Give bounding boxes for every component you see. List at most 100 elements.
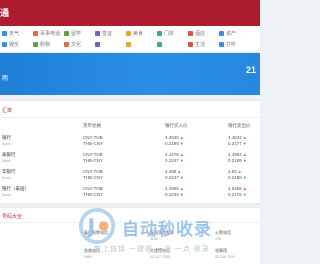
buy-rate-value: 0.2247	[165, 175, 179, 180]
weather-banner[interactable]: 雨 21	[0, 53, 260, 95]
header-sell: 银行卖出价	[228, 123, 251, 128]
buy-rate: 0.2247▼	[165, 175, 184, 180]
sell-rate: 4.4542▲	[228, 135, 247, 140]
sell-rate: 4.59▲	[228, 169, 242, 174]
currency-pair: THB-CNY	[83, 141, 103, 146]
currency-pair: CNY-THB	[83, 169, 103, 174]
phone-numbers-title: 号码大全	[2, 214, 23, 220]
nav-item-label: 美食	[133, 31, 144, 37]
category-row-2: 娱乐 购物 文化 生活 打听	[2, 39, 250, 50]
brand-title: 通	[0, 8, 10, 18]
buy-rate: 0.2234▼	[165, 192, 184, 197]
phone-number: 02-245-7010	[215, 255, 235, 259]
nav-item-2[interactable]: 购物	[33, 39, 64, 50]
category-icon	[188, 42, 193, 47]
buy-rate: 4.4040▲	[165, 135, 184, 140]
phone-label: 火警电话	[215, 230, 231, 235]
up-arrow-icon: ▲	[179, 186, 184, 191]
nav-item-5[interactable]: 美食	[126, 28, 157, 39]
phone-cell[interactable]: 领事馆 02-245-7010	[215, 248, 235, 259]
phone-label: 泰国报警电话	[84, 230, 108, 235]
nav-item-4[interactable]	[95, 39, 126, 50]
nav-item-2[interactable]: 百事电话	[33, 28, 64, 39]
category-icon	[157, 31, 162, 36]
buy-rate-value: 0.2247	[165, 158, 179, 163]
down-arrow-icon: ▼	[179, 141, 184, 146]
currency-pair: CNY-THB	[83, 152, 103, 157]
down-arrow-icon: ▼	[242, 158, 247, 163]
sell-rate: 4.5456▲	[228, 186, 247, 191]
phone-cell[interactable]: 泰国旅游警察 1155	[150, 230, 174, 241]
down-arrow-icon: ▼	[242, 175, 247, 180]
nav-item-1[interactable]: 娱乐	[2, 39, 33, 50]
divider	[0, 117, 260, 118]
currency-pair: CNY-THB	[83, 135, 103, 140]
sell-rate: 4.4902▲	[228, 152, 247, 157]
up-arrow-icon: ▲	[242, 152, 247, 157]
category-row-1: 天气 百事电话 留学 签证 美食 门票 酒店 资产	[2, 28, 250, 39]
phone-number: 199	[215, 237, 221, 241]
nav-item-label: 签证	[102, 31, 113, 37]
nav-item-label: 打听	[226, 42, 237, 48]
nav-item-6[interactable]: 门票	[157, 28, 188, 39]
phone-label: 大使馆电话	[150, 248, 170, 253]
up-arrow-icon: ▲	[242, 186, 247, 191]
nav-item-8[interactable]: 资产	[219, 28, 250, 39]
buy-rate-value: 0.2196	[165, 141, 179, 146]
category-icon	[188, 31, 193, 36]
down-arrow-icon: ▼	[242, 192, 247, 197]
header-buy: 银行买入价	[165, 123, 188, 128]
sell-rate: 0.2185▼	[228, 158, 247, 163]
currency-pair: THB-CNY	[83, 175, 103, 180]
down-arrow-icon: ▼	[179, 158, 184, 163]
phone-cell[interactable]: 火警电话 199	[215, 230, 231, 241]
weather-day: 21	[245, 65, 256, 75]
phone-cell[interactable]: 急救电话 1669	[84, 248, 100, 259]
category-icon	[95, 31, 100, 36]
nav-item-3[interactable]: 文化	[64, 39, 95, 50]
category-icon	[95, 42, 100, 47]
category-icon	[219, 31, 224, 36]
category-icon	[33, 42, 38, 47]
sell-rate: 0.2176▼	[228, 192, 247, 197]
nav-item-label: 购物	[40, 42, 51, 48]
exchange-rate-panel: 汇率 货币兑换 银行买入价 银行卖出价 银行 Bank CNY-THB THB-CNY…	[0, 100, 260, 204]
nav-item-label: 百事电话	[40, 31, 61, 37]
phone-number: 1155	[150, 237, 158, 241]
buy-rate: 4.498▲	[165, 169, 181, 174]
buy-rate: 4.4476▲	[165, 152, 184, 157]
down-arrow-icon: ▼	[242, 141, 247, 146]
phone-number: 1669	[84, 255, 92, 259]
nav-item-label: 资产	[226, 31, 237, 37]
sell-rate-value: 0.2176	[228, 192, 242, 197]
phone-label: 泰国旅游警察	[150, 230, 174, 235]
up-arrow-icon: ▲	[177, 169, 182, 174]
phone-label: 急救电话	[84, 248, 100, 253]
exchange-rate-title: 汇率	[2, 108, 13, 114]
nav-item-6[interactable]	[157, 39, 188, 50]
nav-item-5[interactable]	[126, 39, 157, 50]
nav-item-8[interactable]: 打听	[219, 39, 250, 50]
buy-rate-value: 4.4476	[165, 152, 179, 157]
sell-rate-value: 0.2185	[228, 158, 242, 163]
bank-subtitle: Bank	[2, 175, 12, 180]
sell-rate-value: 4.5456	[228, 186, 242, 191]
nav-item-7[interactable]: 生活	[188, 39, 219, 50]
nav-item-1[interactable]: 天气	[2, 28, 33, 39]
currency-pair: CNY-THB	[83, 186, 103, 191]
buy-rate-value: 4.4856	[165, 186, 179, 191]
nav-item-4[interactable]: 签证	[95, 28, 126, 39]
sell-rate-value: 4.4902	[228, 152, 242, 157]
phone-cell[interactable]: 泰国报警电话 191	[84, 230, 108, 241]
sell-rate-value: 4.4542	[228, 135, 242, 140]
nav-item-3[interactable]: 留学	[64, 28, 95, 39]
category-icon	[2, 42, 7, 47]
nav-item-label: 酒店	[195, 31, 206, 37]
nav-item-7[interactable]: 酒店	[188, 28, 219, 39]
buy-rate: 0.2196▼	[165, 141, 184, 146]
bank-subtitle: Bank	[2, 158, 12, 163]
phone-cell[interactable]: 大使馆电话 02-247-7555	[150, 248, 170, 259]
category-icon	[2, 31, 7, 36]
nav-item-label: 留学	[71, 31, 82, 37]
sell-rate-value: 0.2177	[228, 141, 242, 146]
